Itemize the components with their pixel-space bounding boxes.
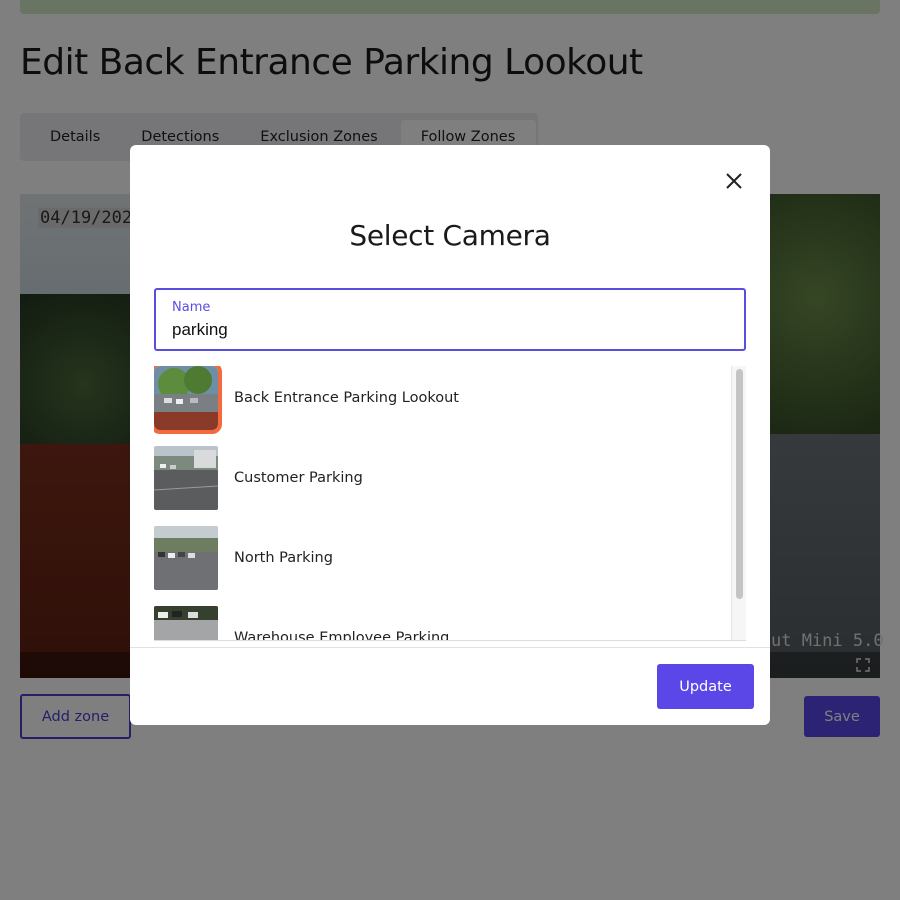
dialog-title: Select Camera	[349, 219, 551, 252]
camera-name: North Parking	[234, 550, 333, 566]
update-button[interactable]: Update	[657, 664, 754, 709]
camera-list-item[interactable]: Customer Parking	[154, 446, 732, 510]
camera-thumbnail	[154, 606, 218, 640]
close-icon[interactable]	[724, 171, 744, 191]
camera-thumbnail	[154, 366, 222, 434]
camera-name: Warehouse Employee Parking	[234, 630, 450, 641]
name-search-input[interactable]	[172, 320, 722, 340]
select-camera-dialog: Select Camera Name Back Entrance Parking…	[130, 145, 770, 725]
camera-thumbnail	[154, 446, 218, 510]
camera-list: Back Entrance Parking Lookout Customer P…	[154, 366, 746, 641]
camera-thumbnail	[154, 526, 218, 590]
camera-list-item[interactable]: Warehouse Employee Parking	[154, 606, 732, 641]
name-field[interactable]: Name	[154, 288, 746, 351]
dialog-divider	[130, 647, 770, 648]
camera-list-item[interactable]: Back Entrance Parking Lookout	[154, 366, 732, 434]
list-scrollbar[interactable]	[731, 366, 746, 640]
camera-name: Customer Parking	[234, 470, 363, 486]
camera-list-item[interactable]: North Parking	[154, 526, 732, 590]
camera-name: Back Entrance Parking Lookout	[234, 390, 459, 406]
name-field-label: Name	[172, 300, 211, 315]
scrollbar-thumb[interactable]	[736, 369, 743, 599]
